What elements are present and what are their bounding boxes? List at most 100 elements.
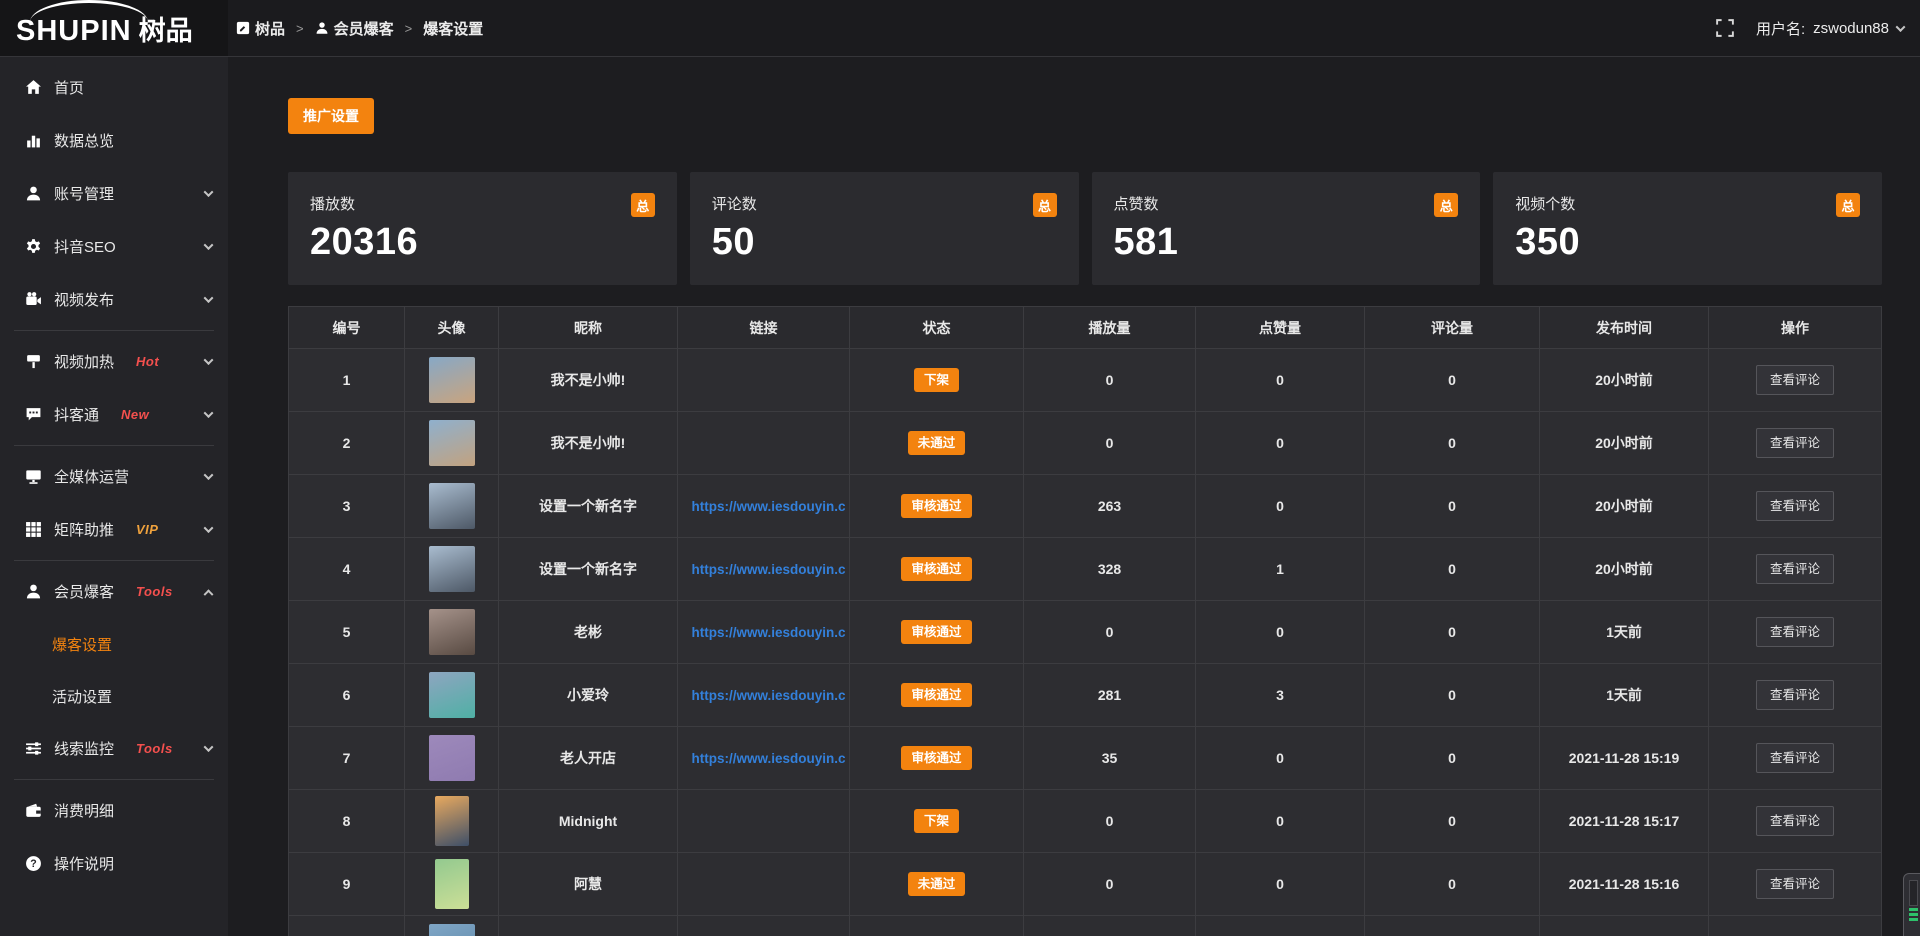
row-number-cell: 2 (289, 412, 405, 475)
sidebar-item-matrix-boost[interactable]: 矩阵助推VIP (0, 503, 228, 556)
chevron-up-icon (204, 589, 214, 599)
bar-chart-icon (25, 132, 42, 149)
table-row: 10 (289, 916, 1882, 936)
stat-label: 视频个数 (1515, 193, 1860, 214)
view-comments-button[interactable]: 查看评论 (1756, 743, 1834, 774)
view-comments-button[interactable]: 查看评论 (1756, 428, 1834, 459)
avatar (429, 483, 475, 529)
breadcrumb-item-2[interactable]: 会员爆客 (315, 18, 394, 39)
sidebar-item-clue-monitor[interactable]: 线索监控Tools (0, 722, 228, 775)
comments-cell: 0 (1365, 349, 1540, 412)
sidebar-badge-tools: Tools (136, 584, 173, 599)
publish-time-cell: 1天前 (1540, 601, 1709, 664)
status-badge: 下架 (914, 368, 959, 393)
sidebar-badge-tools: Tools (136, 741, 173, 756)
view-comments-button[interactable]: 查看评论 (1756, 680, 1834, 711)
view-comments-button[interactable]: 查看评论 (1756, 806, 1834, 837)
stat-label: 播放数 (310, 193, 655, 214)
widget-bar (1909, 908, 1918, 911)
sidebar-item-home[interactable]: 首页 (0, 61, 228, 114)
table-row: 9阿慧未通过0002021-11-28 15:16查看评论 (289, 853, 1882, 916)
comments-cell: 0 (1365, 790, 1540, 853)
action-cell: 查看评论 (1709, 601, 1882, 664)
row-number-cell: 6 (289, 664, 405, 727)
view-comments-button[interactable]: 查看评论 (1756, 617, 1834, 648)
stat-card-2: 评论数50总 (690, 172, 1079, 285)
chevron-down-icon (204, 408, 214, 418)
stat-value: 20316 (310, 221, 655, 264)
sidebar-subitem-activity-settings[interactable]: 活动设置 (0, 670, 228, 722)
publish-time-cell: 20小时前 (1540, 349, 1709, 412)
sidebar-item-douketong[interactable]: 抖客通New (0, 388, 228, 441)
promo-settings-button[interactable]: 推广设置 (288, 98, 374, 134)
table-row: 2我不是小帅!未通过00020小时前查看评论 (289, 412, 1882, 475)
sidebar-item-video-publish[interactable]: 视频发布 (0, 273, 228, 326)
logo-cn: 树品 (139, 9, 193, 48)
publish-time-cell: 2021-11-28 15:17 (1540, 790, 1709, 853)
chevron-down-icon (204, 240, 214, 250)
table-row: 1我不是小帅!下架00020小时前查看评论 (289, 349, 1882, 412)
column-header: 链接 (678, 307, 850, 349)
status-cell: 审核通过 (850, 664, 1024, 727)
paint-roller-icon (25, 353, 42, 370)
view-comments-button[interactable]: 查看评论 (1756, 365, 1834, 396)
plays-cell: 0 (1024, 790, 1196, 853)
stat-label: 点赞数 (1114, 193, 1459, 214)
status-cell: 下架 (850, 790, 1024, 853)
sidebar-item-member-baoke[interactable]: 会员爆客Tools (0, 565, 228, 618)
sidebar-item-video-heat[interactable]: 视频加热Hot (0, 335, 228, 388)
total-badge: 总 (631, 193, 655, 217)
nickname-cell: 老人开店 (499, 727, 678, 790)
sidebar-item-account-management[interactable]: 账号管理 (0, 167, 228, 220)
avatar (435, 859, 469, 909)
video-link[interactable]: https://www.iesdouyin.c (691, 688, 845, 703)
view-comments-button[interactable]: 查看评论 (1756, 554, 1834, 585)
table-row: 3设置一个新名字https://www.iesdouyin.c审核通过26300… (289, 475, 1882, 538)
likes-cell: 0 (1196, 349, 1365, 412)
video-link[interactable]: https://www.iesdouyin.c (691, 562, 845, 577)
plays-cell: 0 (1024, 601, 1196, 664)
video-link[interactable]: https://www.iesdouyin.c (691, 625, 845, 640)
avatar (429, 924, 475, 936)
publish-time-cell: 20小时前 (1540, 475, 1709, 538)
sidebar-item-media-operation[interactable]: 全媒体运营 (0, 450, 228, 503)
table-header-row: 编号头像昵称链接状态播放量点赞量评论量发布时间操作 (289, 307, 1882, 349)
sidebar-item-consume-detail[interactable]: 消费明细 (0, 784, 228, 837)
avatar (429, 672, 475, 718)
sidebar-item-label: 全媒体运营 (54, 466, 129, 487)
status-cell: 未通过 (850, 412, 1024, 475)
video-table: 编号头像昵称链接状态播放量点赞量评论量发布时间操作 1我不是小帅!下架00020… (288, 306, 1882, 936)
nickname-cell: 我不是小帅! (499, 412, 678, 475)
breadcrumb-separator: > (405, 21, 413, 36)
status-cell: 未通过 (850, 853, 1024, 916)
sidebar-item-data-overview[interactable]: 数据总览 (0, 114, 228, 167)
stat-label: 评论数 (712, 193, 1057, 214)
avatar-cell (405, 349, 499, 412)
column-header: 发布时间 (1540, 307, 1709, 349)
fullscreen-icon[interactable] (1716, 19, 1734, 37)
sidebar-item-operation-guide[interactable]: ?操作说明 (0, 837, 228, 890)
view-comments-button[interactable]: 查看评论 (1756, 869, 1834, 900)
plays-cell: 263 (1024, 475, 1196, 538)
logo-arc (30, 0, 148, 22)
avatar-cell (405, 475, 499, 538)
sidebar-item-douyin-seo[interactable]: 抖音SEO (0, 220, 228, 273)
breadcrumb-label: 爆客设置 (423, 18, 483, 39)
avatar (429, 546, 475, 592)
user-menu[interactable]: 用户名: zswodun88 (1756, 18, 1904, 39)
breadcrumb-item-1[interactable]: 树品 (236, 18, 285, 39)
sidebar-divider (14, 330, 214, 331)
link-cell (678, 916, 850, 936)
nickname-cell (499, 916, 678, 936)
likes-cell: 0 (1196, 727, 1365, 790)
avatar-cell (405, 412, 499, 475)
action-cell: 查看评论 (1709, 349, 1882, 412)
video-link[interactable]: https://www.iesdouyin.c (691, 751, 845, 766)
likes-cell: 0 (1196, 412, 1365, 475)
sidebar-subitem-baoke-settings[interactable]: 爆客设置 (0, 618, 228, 670)
video-link[interactable]: https://www.iesdouyin.c (691, 499, 845, 514)
floating-service-widget[interactable] (1903, 873, 1920, 936)
grid-icon (25, 521, 42, 538)
publish-time-cell: 1天前 (1540, 664, 1709, 727)
view-comments-button[interactable]: 查看评论 (1756, 491, 1834, 522)
